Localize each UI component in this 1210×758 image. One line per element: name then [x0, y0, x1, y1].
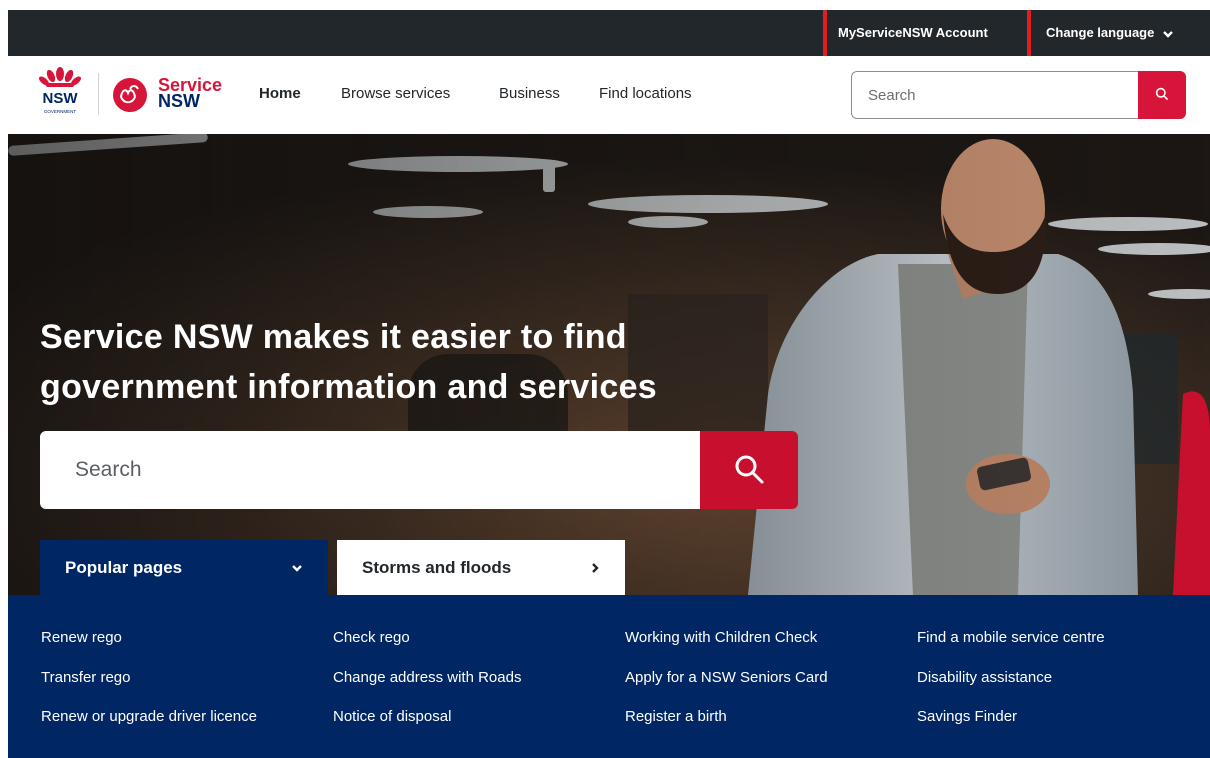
- change-language-button[interactable]: Change language: [1046, 10, 1174, 56]
- search-icon: [1155, 87, 1169, 100]
- popular-link[interactable]: Renew rego: [41, 629, 122, 646]
- nav-home[interactable]: Home: [259, 85, 301, 102]
- chevron-down-icon: [1163, 30, 1173, 38]
- hero-search-button[interactable]: [700, 431, 798, 509]
- header-search-button[interactable]: [1138, 71, 1186, 119]
- page-frame: MyServiceNSW Account Change language NSW…: [8, 10, 1210, 758]
- change-language-label: Change language: [1046, 25, 1155, 40]
- header-search: [851, 71, 1186, 119]
- popular-link[interactable]: Transfer rego: [41, 669, 130, 686]
- service-nsw-wordmark: Service NSW: [158, 76, 222, 111]
- popular-link[interactable]: Notice of disposal: [333, 708, 451, 725]
- popular-link[interactable]: Disability assistance: [917, 669, 1052, 686]
- popular-links-panel: Renew rego Transfer rego Renew or upgrad…: [8, 595, 1210, 758]
- hero-search-input[interactable]: [40, 431, 700, 509]
- popular-link[interactable]: Check rego: [333, 629, 410, 646]
- chevron-right-icon: [592, 563, 599, 573]
- nav-browse-services[interactable]: Browse services: [341, 85, 450, 102]
- logo-nsw-text: NSW: [43, 90, 79, 107]
- tab-storms-and-floods[interactable]: Storms and floods: [337, 540, 625, 595]
- popular-link[interactable]: Find a mobile service centre: [917, 629, 1105, 646]
- logo-divider: [98, 73, 99, 115]
- search-icon: [735, 455, 764, 483]
- chevron-down-icon: [292, 565, 302, 572]
- hero-banner: Service NSW makes it easier to find gove…: [8, 134, 1210, 595]
- logo-government-text: GOVERNMENT: [44, 109, 77, 114]
- nav-business[interactable]: Business: [499, 85, 560, 102]
- hero-headline: Service NSW makes it easier to find gove…: [40, 318, 657, 406]
- tab-storms-and-floods-label: Storms and floods: [362, 558, 512, 577]
- site-header: NSW GOVERNMENT Service NSW Home Browse s…: [8, 56, 1210, 134]
- tab-popular-pages-label: Popular pages: [65, 558, 183, 577]
- popular-link[interactable]: Register a birth: [625, 708, 727, 725]
- popular-link[interactable]: Change address with Roads: [333, 669, 521, 686]
- nsw-government-logo[interactable]: NSW GOVERNMENT: [34, 66, 86, 120]
- header-search-input[interactable]: [851, 71, 1139, 119]
- service-nsw-logo-icon[interactable]: [112, 77, 148, 113]
- popular-link[interactable]: Savings Finder: [917, 708, 1017, 725]
- wordmark-line2: NSW: [158, 91, 200, 111]
- popular-link[interactable]: Working with Children Check: [625, 629, 817, 646]
- nav-find-locations[interactable]: Find locations: [599, 85, 692, 102]
- hero-search: [40, 431, 798, 511]
- tab-popular-pages[interactable]: Popular pages: [40, 540, 328, 595]
- popular-link[interactable]: Apply for a NSW Seniors Card: [625, 669, 828, 686]
- popular-link[interactable]: Renew or upgrade driver licence: [41, 708, 257, 725]
